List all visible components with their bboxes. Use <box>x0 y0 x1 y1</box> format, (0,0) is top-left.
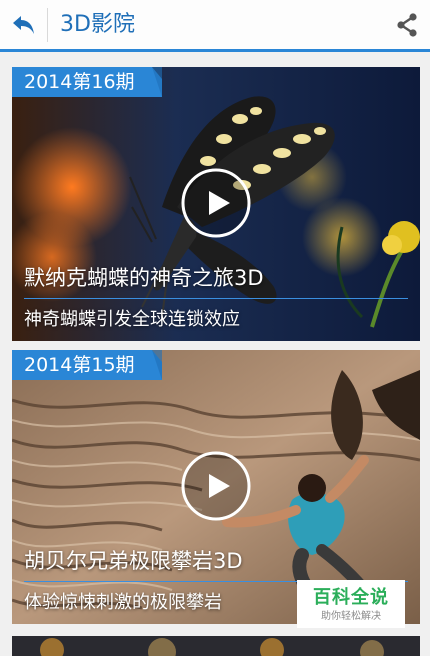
video-card[interactable]: 2014第16期 默纳克蝴蝶的神奇之旅3D 神奇蝴蝶引发全球连锁效应 <box>12 67 420 341</box>
issue-label: 2014第16期 <box>24 71 135 93</box>
watermark-badge: 百科全说 助你轻松解决 <box>297 580 405 628</box>
video-card-partial[interactable] <box>12 636 420 656</box>
video-subtitle: 体验惊悚刺激的极限攀岩 <box>24 592 222 613</box>
video-title: 默纳克蝴蝶的神奇之旅3D <box>24 266 264 290</box>
app-bar: 3D影院 <box>0 0 430 52</box>
play-button[interactable] <box>180 167 252 239</box>
play-button[interactable] <box>180 450 252 522</box>
video-title: 胡贝尔兄弟极限攀岩3D <box>24 549 243 573</box>
share-button[interactable] <box>394 12 420 38</box>
back-arrow-icon <box>13 15 34 34</box>
page-title: 3D影院 <box>60 12 135 37</box>
watermark-title: 百科全说 <box>313 587 389 608</box>
back-button[interactable] <box>0 0 48 49</box>
play-icon <box>181 168 251 238</box>
play-icon <box>181 451 251 521</box>
header-divider <box>47 8 48 42</box>
video-subtitle: 神奇蝴蝶引发全球连锁效应 <box>24 309 240 330</box>
video-thumbnail <box>12 636 420 656</box>
share-icon <box>397 13 417 37</box>
issue-label: 2014第15期 <box>24 354 135 376</box>
title-divider <box>24 298 408 299</box>
watermark-subtitle: 助你轻松解决 <box>321 611 381 622</box>
